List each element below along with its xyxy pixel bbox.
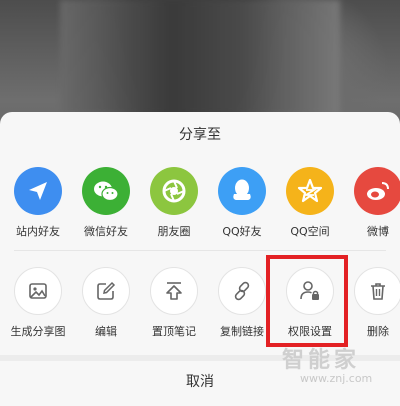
share-item-weibo[interactable]: 微博 [346, 167, 400, 239]
action-generate-share-image[interactable]: 生成分享图 [6, 267, 70, 339]
share-targets-row: 站内好友 微信好友 朋友圈 QQ好友 QQ空间 微博 [0, 167, 400, 257]
share-item-wechat[interactable]: 微信好友 [74, 167, 138, 239]
image-icon [14, 267, 62, 315]
share-label: QQ空间 [290, 225, 330, 238]
action-delete[interactable]: 删除 [346, 267, 400, 339]
watermark-text: 智能家 [282, 348, 361, 373]
weibo-icon [354, 167, 400, 215]
share-item-site-friends[interactable]: 站内好友 [6, 167, 70, 239]
highlight-box [266, 255, 348, 347]
action-label: 编辑 [95, 325, 117, 338]
action-label: 置顶笔记 [152, 325, 196, 338]
share-label: 站内好友 [16, 225, 60, 238]
share-label: QQ好友 [222, 225, 262, 238]
action-pin-top[interactable]: 置顶笔记 [142, 267, 206, 339]
share-item-moments[interactable]: 朋友圈 [142, 167, 206, 239]
share-label: 微信好友 [84, 225, 128, 238]
background-image [60, 0, 340, 115]
moments-icon [150, 167, 198, 215]
share-item-qzone[interactable]: QQ空间 [278, 167, 342, 239]
share-label: 微博 [367, 225, 389, 238]
qzone-star-icon [286, 167, 334, 215]
qq-penguin-icon [218, 167, 266, 215]
action-copy-link[interactable]: 复制链接 [210, 267, 274, 339]
watermark-url: www.znj.com [300, 372, 373, 385]
trash-icon [354, 267, 400, 315]
action-label: 生成分享图 [10, 325, 66, 338]
link-icon [218, 267, 266, 315]
action-edit[interactable]: 编辑 [74, 267, 138, 339]
share-item-qq[interactable]: QQ好友 [210, 167, 274, 239]
wechat-icon [82, 167, 130, 215]
edit-icon [82, 267, 130, 315]
action-label: 复制链接 [220, 325, 264, 338]
pin-top-icon [150, 267, 198, 315]
share-label: 朋友圈 [157, 225, 191, 238]
sheet-title: 分享至 [179, 127, 221, 143]
action-label: 删除 [367, 325, 389, 338]
divider [14, 250, 386, 251]
paper-plane-icon [14, 167, 62, 215]
